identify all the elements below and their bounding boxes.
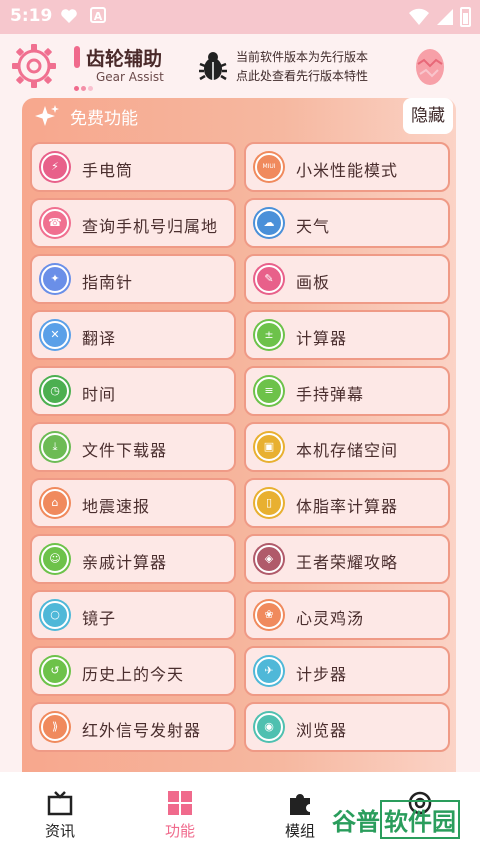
title-accent-bar — [74, 46, 80, 68]
infrared-icon: ⟫ — [41, 713, 69, 741]
feature-item-label: 翻译 — [82, 329, 117, 348]
feature-item[interactable]: ✦ 指南针 — [30, 254, 236, 304]
app-subtitle: Gear Assist — [96, 70, 164, 84]
feature-item[interactable]: ▣ 本机存储空间 — [244, 422, 450, 472]
palette-icon: ✎ — [255, 265, 283, 293]
feature-item-label: 小米性能模式 — [296, 161, 399, 180]
feature-item[interactable]: ⟫ 红外信号发射器 — [30, 702, 236, 752]
feature-item[interactable]: MIUI 小米性能模式 — [244, 142, 450, 192]
pedometer-icon: ✈ — [255, 657, 283, 685]
feature-item-label: 体脂率计算器 — [296, 497, 399, 516]
phone-location-icon: ☎ — [41, 209, 69, 237]
subtitle-dots — [74, 76, 95, 95]
feature-item[interactable]: ◉ 浏览器 — [244, 702, 450, 752]
notice-line-2: 点此处查看先行版本特性 — [236, 69, 369, 83]
feature-item[interactable]: ☁ 天气 — [244, 198, 450, 248]
feature-item[interactable]: ≡ 手持弹幕 — [244, 366, 450, 416]
notice-line-1: 当前软件版本为先行版本 — [236, 50, 369, 64]
watermark-text-2: 软件园 — [380, 800, 460, 839]
browser-icon: ◉ — [255, 713, 283, 741]
download-icon: ⤓ — [41, 433, 69, 461]
feature-item[interactable]: ☺ 亲戚计算器 — [30, 534, 236, 584]
feature-item[interactable]: ⚡ 手电筒 — [30, 142, 236, 192]
feature-item-label: 浏览器 — [296, 721, 348, 740]
bug-icon[interactable] — [196, 50, 230, 84]
soup-icon: ❀ — [255, 601, 283, 629]
weather-icon: ☁ — [255, 209, 283, 237]
status-time: 5:19 — [10, 6, 53, 26]
history-icon: ↺ — [41, 657, 69, 685]
feature-item[interactable]: ⤓ 文件下载器 — [30, 422, 236, 472]
feature-item-label: 计算器 — [296, 329, 348, 348]
relatives-icon: ☺ — [41, 545, 69, 573]
notification-a-icon: A — [90, 7, 106, 23]
feature-item[interactable]: ✕ 翻译 — [30, 310, 236, 360]
feature-item-label: 历史上的今天 — [82, 665, 185, 684]
feature-item[interactable]: ✈ 计步器 — [244, 646, 450, 696]
feature-item-label: 手电筒 — [82, 161, 134, 180]
app-header: 齿轮辅助 Gear Assist 当前软件版本为先行版本 点此处查看先行版本特性 — [0, 34, 480, 96]
translate-icon: ✕ — [41, 321, 69, 349]
storage-icon: ▣ — [255, 433, 283, 461]
feature-item[interactable]: ↺ 历史上的今天 — [30, 646, 236, 696]
compass-icon: ✦ — [41, 265, 69, 293]
feature-item-label: 亲戚计算器 — [82, 553, 168, 572]
feature-item-label: 画板 — [296, 273, 331, 292]
feature-item-label: 地震速报 — [82, 497, 151, 516]
nav-news[interactable]: 资讯 — [0, 772, 120, 852]
nav-news-label: 资讯 — [44, 822, 75, 840]
heart-icon — [61, 9, 77, 23]
feature-item-label: 本机存储空间 — [296, 441, 399, 460]
preview-version-notice[interactable]: 当前软件版本为先行版本 点此处查看先行版本特性 — [236, 48, 396, 86]
nav-features-label: 功能 — [164, 822, 195, 840]
feature-item-label: 王者荣耀攻略 — [296, 553, 399, 572]
feature-item-label: 时间 — [82, 385, 117, 404]
calculator-icon: ± — [255, 321, 283, 349]
features-icon — [168, 791, 192, 815]
watermark: 谷普 软件园 — [332, 800, 460, 839]
feature-item-label: 镜子 — [82, 609, 117, 628]
feature-item-label: 文件下载器 — [82, 441, 168, 460]
watermark-text-1: 谷普 — [332, 808, 380, 836]
danmaku-icon: ≡ — [255, 377, 283, 405]
feature-item[interactable]: ± 计算器 — [244, 310, 450, 360]
feature-item[interactable]: ❀ 心灵鸡汤 — [244, 590, 450, 640]
flashlight-icon: ⚡ — [41, 153, 69, 181]
puzzle-icon — [290, 794, 310, 815]
earthquake-icon: ⌂ — [41, 489, 69, 517]
game-guide-icon: ◈ — [255, 545, 283, 573]
feature-item[interactable]: ⌂ 地震速报 — [30, 478, 236, 528]
free-features-panel: 免费功能 隐藏 ⚡ 手电筒 MIUI 小米性能模式 ☎ 查询手机号归属地 ☁ 天气 ✦ 指南针 ✎ 画… — [22, 98, 456, 798]
feature-item-label: 红外信号发射器 — [82, 721, 202, 740]
status-bar: 5:19 A — [0, 0, 480, 34]
feature-item[interactable]: ○ 镜子 — [30, 590, 236, 640]
wifi-icon — [409, 8, 429, 25]
feature-item-label: 手持弹幕 — [296, 385, 365, 404]
panel-title: 免费功能 — [70, 109, 138, 129]
feature-item-label: 天气 — [296, 217, 331, 236]
nav-features[interactable]: 功能 — [120, 772, 240, 852]
feature-item[interactable]: ◈ 王者荣耀攻略 — [244, 534, 450, 584]
feature-item[interactable]: ✎ 画板 — [244, 254, 450, 304]
news-icon — [47, 791, 73, 816]
battery-icon — [460, 7, 471, 27]
mirror-icon: ○ — [41, 601, 69, 629]
feature-item-label: 计步器 — [296, 665, 348, 684]
feature-item-label: 查询手机号归属地 — [82, 217, 219, 236]
feature-item[interactable]: ▯ 体脂率计算器 — [244, 478, 450, 528]
easter-egg-icon[interactable] — [414, 44, 446, 86]
feature-item[interactable]: ☎ 查询手机号归属地 — [30, 198, 236, 248]
gear-logo-icon — [12, 44, 56, 88]
signal-icon — [437, 9, 453, 25]
feature-item-label: 心灵鸡汤 — [296, 609, 365, 628]
sparkle-icon — [35, 105, 59, 126]
bodyfat-icon: ▯ — [255, 489, 283, 517]
clock-icon: ◷ — [41, 377, 69, 405]
hide-button[interactable]: 隐藏 — [403, 98, 453, 134]
app-title: 齿轮辅助 — [86, 48, 163, 70]
miui-icon: MIUI — [255, 153, 283, 181]
feature-item-label: 指南针 — [82, 273, 134, 292]
feature-item[interactable]: ◷ 时间 — [30, 366, 236, 416]
